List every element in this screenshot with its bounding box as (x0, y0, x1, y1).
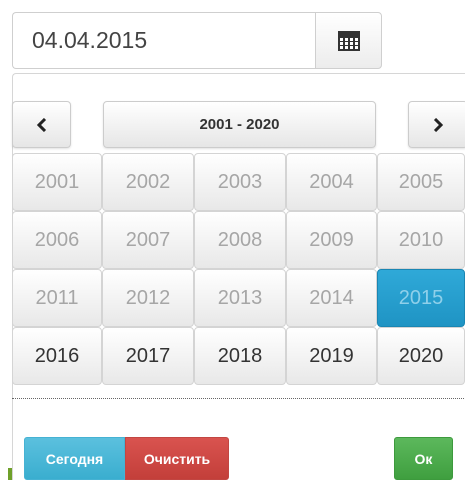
chevron-left-icon (36, 117, 46, 132)
year-cell[interactable]: 2013 (194, 269, 286, 327)
ok-button[interactable]: Ок (394, 437, 453, 480)
year-cell[interactable]: 2006 (12, 211, 102, 269)
year-cell[interactable]: 2010 (377, 211, 465, 269)
year-cell[interactable]: 2016 (12, 327, 102, 385)
divider (12, 398, 465, 399)
year-cell[interactable]: 2014 (286, 269, 377, 327)
year-cell[interactable]: 2004 (286, 153, 377, 211)
calendar-button[interactable] (315, 12, 382, 69)
clear-button[interactable]: Очистить (125, 437, 229, 480)
year-cell[interactable]: 2011 (12, 269, 102, 327)
decade-title-button[interactable]: 2001 - 2020 (103, 101, 376, 148)
year-cell[interactable]: 2012 (102, 269, 194, 327)
year-cell[interactable]: 2008 (194, 211, 286, 269)
year-cell[interactable]: 2002 (102, 153, 194, 211)
year-cell[interactable]: 2003 (194, 153, 286, 211)
year-cell[interactable]: 2005 (377, 153, 465, 211)
year-cell-selected[interactable]: 2015 (377, 269, 465, 327)
year-cell[interactable]: 2017 (102, 327, 194, 385)
chevron-right-icon (433, 117, 444, 132)
edge-marker (8, 468, 12, 480)
calendar-icon (338, 31, 360, 51)
year-cell[interactable]: 2007 (102, 211, 194, 269)
year-cell[interactable]: 2001 (12, 153, 102, 211)
year-cell[interactable]: 2020 (377, 327, 465, 385)
date-input[interactable]: 04.04.2015 (12, 12, 315, 69)
year-cell[interactable]: 2018 (194, 327, 286, 385)
prev-decade-button[interactable] (12, 101, 71, 148)
next-decade-button[interactable] (408, 101, 465, 148)
year-cell[interactable]: 2009 (286, 211, 377, 269)
year-cell[interactable]: 2019 (286, 327, 377, 385)
today-button[interactable]: Сегодня (24, 437, 125, 480)
